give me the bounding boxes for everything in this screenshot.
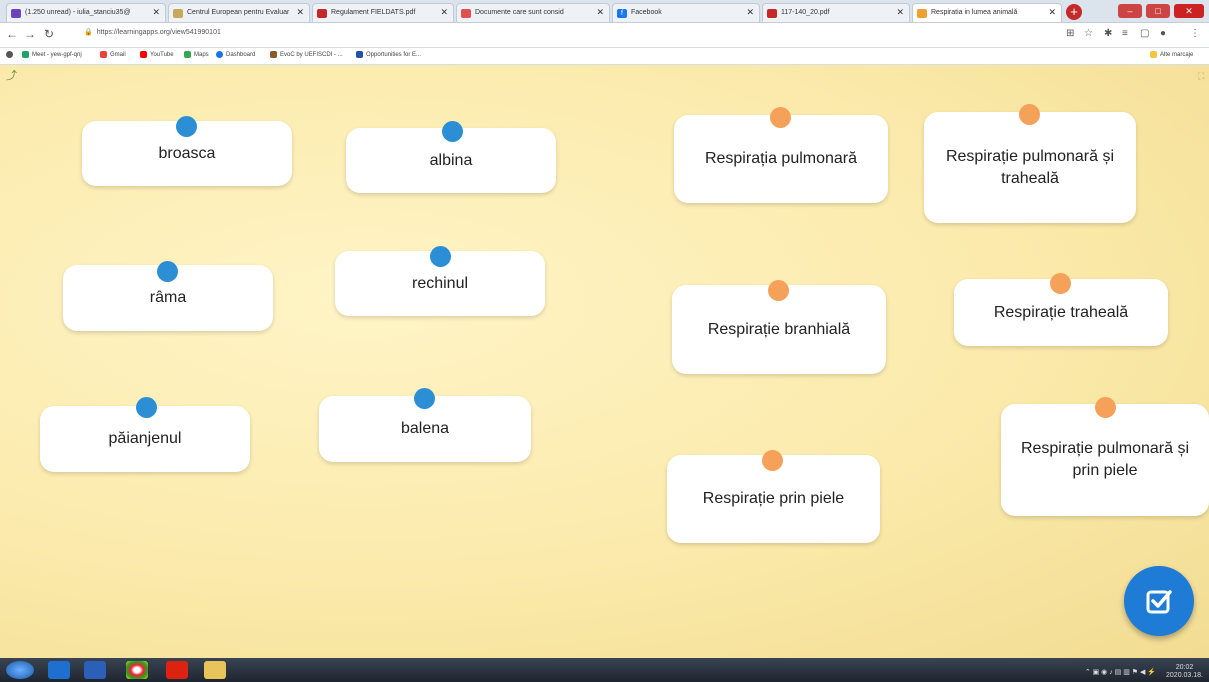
star-icon[interactable]: ☆ — [1084, 28, 1093, 39]
blue-connector-dot[interactable] — [136, 397, 157, 418]
facebook-icon: f — [617, 9, 627, 18]
browser-tab-4[interactable]: Documente care sunt consid ✕ — [456, 3, 610, 22]
blue-connector-dot[interactable] — [414, 388, 435, 409]
bookmark-evoc[interactable]: EvoC by UEFISCDI - ... — [270, 51, 343, 58]
menu-icon[interactable]: ⋮ — [1190, 28, 1200, 39]
start-button-icon[interactable] — [6, 661, 34, 679]
app-corner-icon[interactable]: ⤴ — [6, 67, 17, 83]
url-field[interactable]: 🔒 https://learningapps.org/view541990101 — [84, 28, 221, 36]
reading-list-icon[interactable]: ≡ — [1122, 28, 1128, 39]
tab-search-icon[interactable]: ▢ — [1140, 28, 1149, 39]
other-bookmarks[interactable]: Alte marcaje — [1150, 51, 1193, 58]
bookmark-maps[interactable]: Maps — [184, 51, 209, 58]
address-bar-row: ← → ↻ 🔒 https://learningapps.org/view5419… — [0, 23, 1209, 48]
orange-connector-dot[interactable] — [768, 280, 789, 301]
blue-connector-dot[interactable] — [157, 261, 178, 282]
extension-icon[interactable]: ✱ — [1104, 28, 1112, 39]
learningapps-activity: ⤴ broasca albina râma rechinul păianjenu… — [0, 65, 1209, 658]
browser-tab-6[interactable]: 117-140_20.pdf ✕ — [762, 3, 910, 22]
apps-icon[interactable] — [6, 51, 16, 58]
close-tab-icon[interactable]: ✕ — [746, 7, 754, 18]
respiration-card-pulmonara-piele[interactable]: Respirație pulmonară și prin piele — [1001, 404, 1209, 516]
respiration-card-pulmonara-traheala[interactable]: Respirație pulmonară și traheală — [924, 112, 1136, 223]
blue-connector-dot[interactable] — [430, 246, 451, 267]
close-tab-icon[interactable]: ✕ — [896, 7, 904, 18]
forward-icon[interactable]: → — [24, 27, 36, 41]
close-tab-icon[interactable]: ✕ — [1048, 7, 1056, 18]
learningapps-icon — [917, 9, 927, 18]
clock[interactable]: 20:02 2020.03.18. — [1166, 664, 1203, 680]
back-icon[interactable]: ← — [6, 27, 18, 41]
new-tab-button[interactable]: + — [1066, 4, 1082, 20]
translate-icon[interactable]: ⊞ — [1066, 28, 1074, 39]
chrome-icon[interactable] — [126, 661, 148, 679]
orange-connector-dot[interactable] — [1095, 397, 1116, 418]
check-answers-button[interactable] — [1124, 566, 1194, 636]
close-tab-icon[interactable]: ✕ — [440, 7, 448, 18]
bookmark-gmail[interactable]: Gmail — [100, 51, 126, 58]
file-explorer-icon[interactable] — [204, 661, 226, 679]
fullscreen-icon[interactable]: ⛶ — [1198, 71, 1204, 82]
system-tray: ⌃ ▣ ◉ ♪ ▤ ▥ ⚑ ◀ ⚡ 20:02 2020.03.18. — [1085, 664, 1203, 680]
browser-tab-2[interactable]: Centrul European pentru Evaluar ✕ — [168, 3, 310, 22]
browser-tab-bar: (1.250 unread) - iulia_stanciu35@ ✕ Cent… — [0, 0, 1209, 23]
close-window-icon[interactable]: ✕ — [1174, 4, 1204, 18]
minimize-icon[interactable]: – — [1118, 4, 1142, 18]
check-icon — [1146, 590, 1172, 614]
browser-tab-7[interactable]: Respiratia in lumea animală ✕ — [912, 3, 1062, 22]
mail-icon — [11, 9, 21, 18]
bookmark-dashboard[interactable]: Dashboard — [216, 51, 255, 58]
browser-tab-5[interactable]: f Facebook ✕ — [612, 3, 760, 22]
blue-connector-dot[interactable] — [442, 121, 463, 142]
windows-taskbar: ⌃ ▣ ◉ ♪ ▤ ▥ ⚑ ◀ ⚡ 20:02 2020.03.18. — [0, 658, 1209, 682]
orange-connector-dot[interactable] — [770, 107, 791, 128]
bookmarks-bar: Meet - yew-gpf-qnj Gmail YouTube Maps Da… — [0, 48, 1209, 65]
pdf-icon — [767, 9, 777, 18]
orange-connector-dot[interactable] — [1019, 104, 1040, 125]
site-icon — [173, 9, 183, 18]
tray-icons[interactable]: ⌃ ▣ ◉ ♪ ▤ ▥ ⚑ ◀ ⚡ — [1085, 669, 1156, 676]
orange-connector-dot[interactable] — [762, 450, 783, 471]
acrobat-icon[interactable] — [166, 661, 188, 679]
close-tab-icon[interactable]: ✕ — [596, 7, 604, 18]
profile-icon[interactable]: ● — [1160, 28, 1166, 39]
media-player-icon[interactable] — [48, 661, 70, 679]
bookmark-youtube[interactable]: YouTube — [140, 51, 174, 58]
orange-connector-dot[interactable] — [1050, 273, 1071, 294]
lock-icon: 🔒 — [84, 29, 93, 36]
site-icon — [461, 9, 471, 18]
bookmark-meet[interactable]: Meet - yew-gpf-qnj — [22, 51, 82, 58]
close-tab-icon[interactable]: ✕ — [152, 7, 160, 18]
respiration-card-pulmonara[interactable]: Respirația pulmonară — [674, 115, 888, 203]
maximize-icon[interactable]: □ — [1146, 4, 1170, 18]
reload-icon[interactable]: ↻ — [44, 27, 54, 41]
pdf-icon — [317, 9, 327, 18]
browser-tab-1[interactable]: (1.250 unread) - iulia_stanciu35@ ✕ — [6, 3, 166, 22]
browser-tab-3[interactable]: Regulament FIELDATS.pdf ✕ — [312, 3, 454, 22]
word-icon[interactable] — [84, 661, 106, 679]
folder-icon — [1150, 51, 1157, 58]
close-tab-icon[interactable]: ✕ — [296, 7, 304, 18]
blue-connector-dot[interactable] — [176, 116, 197, 137]
bookmark-opportunities[interactable]: Opportunities for E... — [356, 51, 421, 58]
